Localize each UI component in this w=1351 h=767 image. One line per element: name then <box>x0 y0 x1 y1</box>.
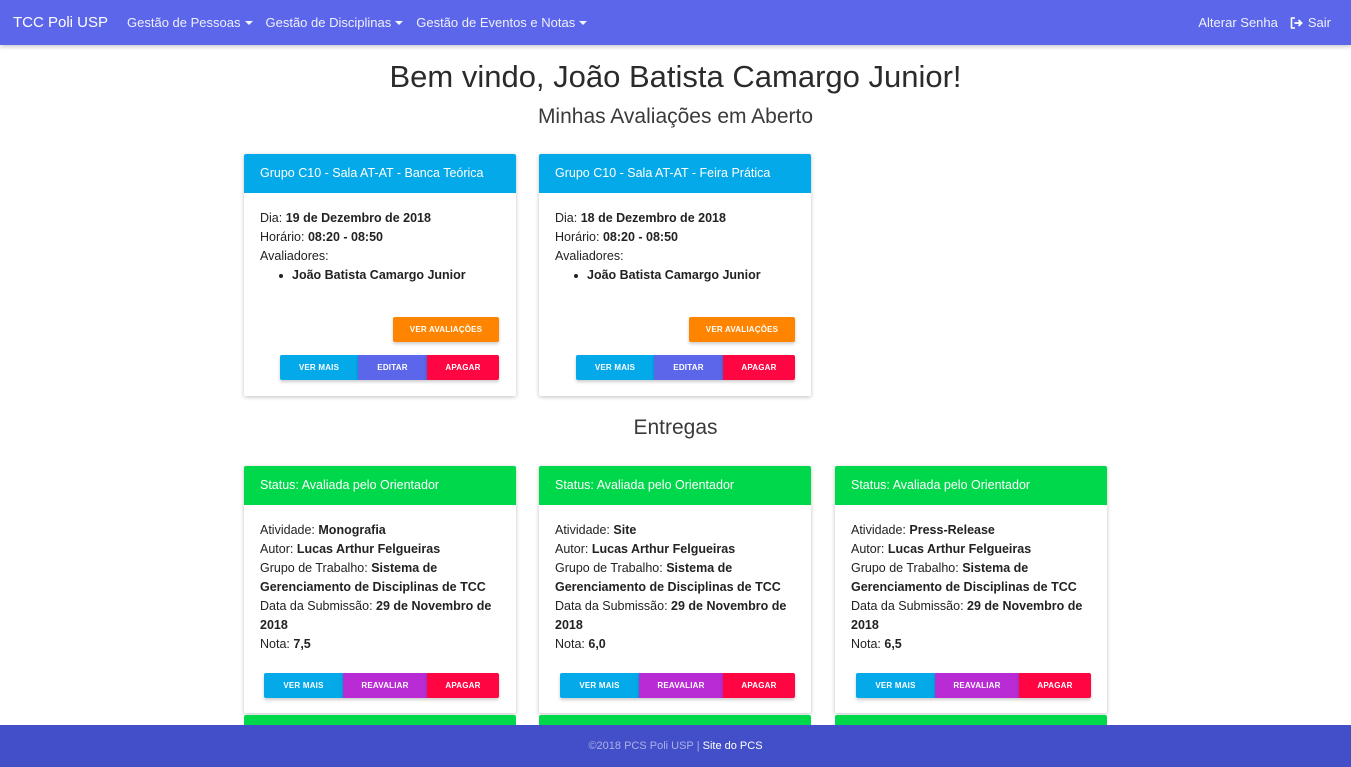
delete-button[interactable]: APAGAR <box>723 673 795 698</box>
evaluation-card: Grupo C10 - Sala AT-AT - Banca Teórica D… <box>244 154 516 396</box>
page-title: Bem vindo, João Batista Camargo Junior! <box>389 59 962 94</box>
view-evaluations-button[interactable]: VER AVALIAÇÕES <box>689 317 795 342</box>
time-label: Horário: <box>260 230 305 244</box>
delivery-card-partial <box>835 715 1107 725</box>
delete-button[interactable]: APAGAR <box>427 355 499 380</box>
delivery-status: Status: Avaliada pelo Orientador <box>244 466 516 505</box>
deliveries-title: Entregas <box>633 416 718 439</box>
edit-button[interactable]: EDITAR <box>358 355 427 380</box>
view-more-button[interactable]: VER MAIS <box>280 355 358 380</box>
delivery-card-body: Atividade: Press-Release Autor: Lucas Ar… <box>835 505 1107 654</box>
signout-label: Sair <box>1307 15 1331 30</box>
menu-label: Gestão de Pessoas <box>127 15 241 30</box>
delete-button[interactable]: APAGAR <box>427 673 499 698</box>
reevaluate-button[interactable]: REAVALIAR <box>639 673 723 698</box>
view-more-button[interactable]: VER MAIS <box>264 673 343 698</box>
evaluator-item: João Batista Camargo Junior <box>571 266 795 285</box>
reevaluate-button[interactable]: REAVALIAR <box>935 673 1019 698</box>
evaluation-card-body: Dia: 18 de Dezembro de 2018 Horário: 08:… <box>539 193 811 285</box>
author-label: Autor: <box>260 542 294 556</box>
time-label: Horário: <box>555 230 600 244</box>
group-label: Grupo de Trabalho: <box>851 561 959 575</box>
view-more-button[interactable]: VER MAIS <box>560 673 639 698</box>
grade-label: Nota: <box>851 637 881 651</box>
brand-link[interactable]: TCC Poli USP <box>13 14 108 31</box>
menu-gestao-eventos-notas[interactable]: Gestão de Eventos e Notas <box>416 15 588 30</box>
grade-value: 6,5 <box>884 637 902 651</box>
pcs-site-link[interactable]: Site do PCS <box>703 740 763 752</box>
evaluation-card-body: Dia: 19 de Dezembro de 2018 Horário: 08:… <box>244 193 516 285</box>
date-label: Data da Submissão: <box>555 599 668 613</box>
time-value: 08:20 - 08:50 <box>307 230 384 244</box>
caret-down-icon <box>579 20 588 25</box>
menu-gestao-disciplinas[interactable]: Gestão de Disciplinas <box>266 15 404 30</box>
footer-copyright: ©2018 PCS Poli USP <box>588 740 694 752</box>
change-password-link[interactable]: Alterar Senha <box>1198 15 1278 30</box>
grade-label: Nota: <box>555 637 585 651</box>
evaluators-list: João Batista Camargo Junior <box>260 266 500 285</box>
open-evaluations-title: Minhas Avaliações em Aberto <box>537 105 814 128</box>
delivery-status: Status: Avaliada pelo Orientador <box>835 466 1107 505</box>
day-value: 19 de Dezembro de 2018 <box>285 211 431 225</box>
delivery-card-partial <box>539 715 811 725</box>
activity-label: Atividade: <box>555 523 610 537</box>
delivery-card: Status: Avaliada pelo Orientador Ativida… <box>539 466 811 713</box>
group-label: Grupo de Trabalho: <box>260 561 368 575</box>
activity-label: Atividade: <box>260 523 315 537</box>
top-navbar: TCC Poli USP Gestão de Pessoas Gestão de… <box>0 0 1351 45</box>
menu-label: Gestão de Eventos e Notas <box>416 15 576 30</box>
grade-value: 7,5 <box>293 637 311 651</box>
author-label: Autor: <box>851 542 885 556</box>
author-value: Lucas Arthur Felgueiras <box>296 542 441 556</box>
view-more-button[interactable]: VER MAIS <box>856 673 935 698</box>
delivery-card-body: Atividade: Monografia Autor: Lucas Arthu… <box>244 505 516 654</box>
sign-out-icon <box>1290 16 1303 29</box>
delivery-card-body: Atividade: Site Autor: Lucas Arthur Felg… <box>539 505 811 654</box>
delete-button[interactable]: APAGAR <box>723 355 795 380</box>
evaluators-list: João Batista Camargo Junior <box>555 266 795 285</box>
view-more-button[interactable]: VER MAIS <box>576 355 654 380</box>
delivery-card: Status: Avaliada pelo Orientador Ativida… <box>244 466 516 713</box>
activity-value: Site <box>613 523 637 537</box>
page-footer: ©2018 PCS Poli USP | Site do PCS <box>0 725 1351 767</box>
evaluation-card-title: Grupo C10 - Sala AT-AT - Feira Prática <box>539 154 811 193</box>
delivery-card: Status: Avaliada pelo Orientador Ativida… <box>835 466 1107 713</box>
signout-link[interactable]: Sair <box>1290 15 1331 30</box>
author-label: Autor: <box>555 542 589 556</box>
view-evaluations-button[interactable]: VER AVALIAÇÕES <box>393 317 499 342</box>
evaluation-card-title: Grupo C10 - Sala AT-AT - Banca Teórica <box>244 154 516 193</box>
evaluator-item: João Batista Camargo Junior <box>276 266 500 285</box>
day-label: Dia: <box>260 211 283 225</box>
menu-label: Gestão de Disciplinas <box>265 15 392 30</box>
evaluators-label: Avaliadores: <box>555 249 624 263</box>
activity-value: Monografia <box>318 523 386 537</box>
delete-button[interactable]: APAGAR <box>1019 673 1091 698</box>
delivery-card-partial <box>244 715 516 725</box>
reevaluate-button[interactable]: REAVALIAR <box>343 673 427 698</box>
menu-gestao-pessoas[interactable]: Gestão de Pessoas <box>127 15 253 30</box>
activity-value: Press-Release <box>909 523 995 537</box>
caret-down-icon <box>244 20 253 25</box>
group-label: Grupo de Trabalho: <box>555 561 663 575</box>
author-value: Lucas Arthur Felgueiras <box>591 542 736 556</box>
time-value: 08:20 - 08:50 <box>602 230 679 244</box>
date-label: Data da Submissão: <box>851 599 964 613</box>
edit-button[interactable]: EDITAR <box>654 355 723 380</box>
day-value: 18 de Dezembro de 2018 <box>580 211 726 225</box>
grade-value: 6,0 <box>588 637 606 651</box>
evaluators-label: Avaliadores: <box>260 249 329 263</box>
caret-down-icon <box>395 20 404 25</box>
author-value: Lucas Arthur Felgueiras <box>887 542 1032 556</box>
date-label: Data da Submissão: <box>260 599 373 613</box>
main-content: Bem vindo, João Batista Camargo Junior! … <box>0 45 1351 725</box>
grade-label: Nota: <box>260 637 290 651</box>
delivery-status: Status: Avaliada pelo Orientador <box>539 466 811 505</box>
day-label: Dia: <box>555 211 578 225</box>
footer-separator: | <box>696 740 700 752</box>
evaluation-card: Grupo C10 - Sala AT-AT - Feira Prática D… <box>539 154 811 396</box>
activity-label: Atividade: <box>851 523 906 537</box>
